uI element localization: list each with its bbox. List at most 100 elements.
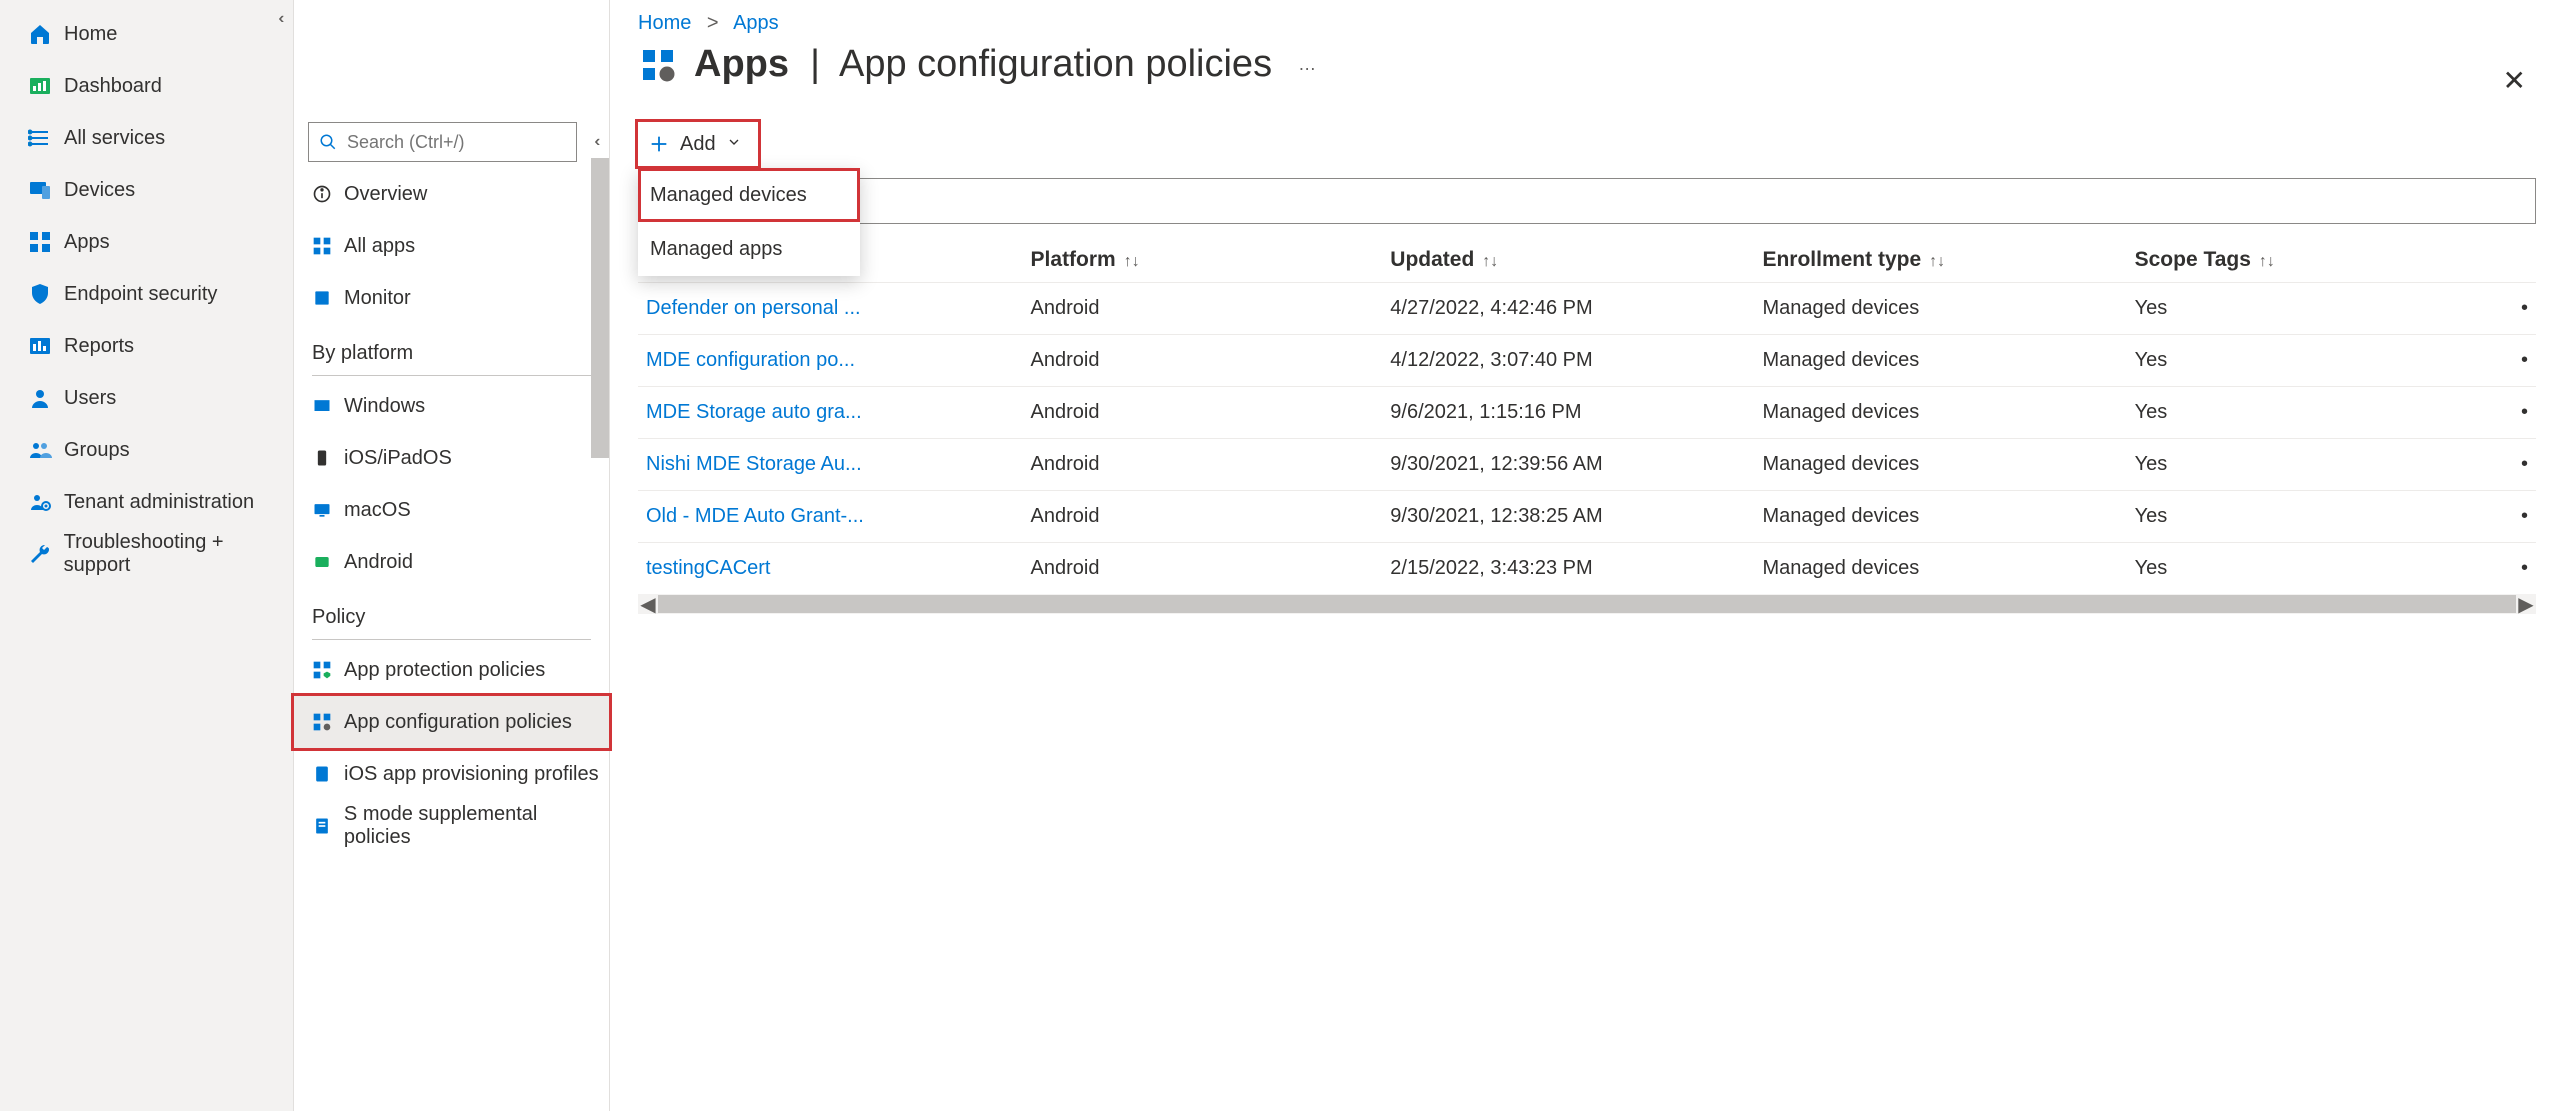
row-more-button[interactable]: • bbox=[2486, 439, 2536, 491]
sidebar-item-groups[interactable]: Groups bbox=[0, 424, 293, 476]
row-more-button[interactable]: • bbox=[2486, 283, 2536, 335]
sidebar-item-endpoint-security[interactable]: Endpoint security bbox=[0, 268, 293, 320]
sidebar-item-all-services[interactable]: All services bbox=[0, 112, 293, 164]
sidebar-item-label: Endpoint security bbox=[64, 283, 217, 306]
shield-icon bbox=[28, 282, 58, 306]
cell-platform: Android bbox=[1023, 543, 1383, 595]
cell-updated: 2/15/2022, 3:43:23 PM bbox=[1382, 543, 1754, 595]
cell-updated: 4/12/2022, 3:07:40 PM bbox=[1382, 335, 1754, 387]
breadcrumb-home[interactable]: Home bbox=[638, 12, 691, 34]
sidebar-item-home[interactable]: Home bbox=[0, 8, 293, 60]
policy-link[interactable]: Nishi MDE Storage Au... bbox=[646, 453, 862, 475]
apps-grid-icon bbox=[312, 236, 344, 256]
home-icon bbox=[28, 22, 58, 46]
page-title: Apps | App configuration policies bbox=[694, 43, 1272, 86]
sort-icon: ↑↓ bbox=[1482, 253, 1498, 270]
table-row[interactable]: testingCACert Android2/15/2022, 3:43:23 P… bbox=[638, 543, 2536, 595]
row-more-button[interactable]: • bbox=[2486, 335, 2536, 387]
row-more-button[interactable]: • bbox=[2486, 387, 2536, 439]
policy-link[interactable]: Old - MDE Auto Grant-... bbox=[646, 505, 864, 527]
row-more-button[interactable]: • bbox=[2486, 543, 2536, 595]
subnav-section-by-platform: By platform bbox=[294, 324, 609, 373]
scroll-right-icon[interactable]: ▶ bbox=[2516, 592, 2536, 617]
policy-link[interactable]: testingCACert bbox=[646, 557, 771, 579]
sidebar-item-troubleshooting[interactable]: Troubleshooting + support bbox=[0, 528, 293, 580]
sidebar-item-label: Reports bbox=[64, 335, 134, 358]
col-header-scope[interactable]: Scope Tags↑↓ bbox=[2127, 238, 2487, 283]
cell-enrollment: Managed devices bbox=[1754, 283, 2126, 335]
col-header-enrollment[interactable]: Enrollment type↑↓ bbox=[1754, 238, 2126, 283]
subnav-item-monitor[interactable]: Monitor bbox=[294, 272, 609, 324]
subnav-item-overview[interactable]: Overview bbox=[294, 168, 609, 220]
horizontal-scrollbar[interactable]: ◀ ▶ bbox=[638, 594, 2536, 614]
chevron-right-icon: > bbox=[707, 12, 719, 34]
policy-link[interactable]: MDE Storage auto gra... bbox=[646, 401, 862, 423]
ios-icon bbox=[312, 448, 344, 468]
subnav-item-s-mode[interactable]: S mode supplemental policies bbox=[294, 800, 609, 852]
table-row[interactable]: Defender on personal ...Android4/27/2022… bbox=[638, 283, 2536, 335]
subnav-item-all-apps[interactable]: All apps bbox=[294, 220, 609, 272]
add-button-label: Add bbox=[680, 133, 716, 156]
chevron-down-icon bbox=[726, 133, 742, 156]
subnav-search-input[interactable] bbox=[347, 132, 566, 153]
cell-platform: Android bbox=[1023, 491, 1383, 543]
policy-link[interactable]: Defender on personal ... bbox=[646, 297, 861, 319]
app-config-icon bbox=[312, 712, 344, 732]
devices-icon bbox=[28, 178, 58, 202]
cell-updated: 9/30/2021, 12:39:56 AM bbox=[1382, 439, 1754, 491]
sidebar-item-label: Apps bbox=[64, 231, 110, 254]
sidebar-item-dashboard[interactable]: Dashboard bbox=[0, 60, 293, 112]
more-menu-button[interactable]: … bbox=[1298, 54, 1316, 75]
breadcrumb-apps[interactable]: Apps bbox=[733, 12, 779, 34]
subnav-item-macos[interactable]: macOS bbox=[294, 484, 609, 536]
subnav-item-label: S mode supplemental policies bbox=[344, 803, 609, 849]
subnav-item-ios-provisioning[interactable]: iOS app provisioning profiles bbox=[294, 748, 609, 800]
sidebar-item-tenant-admin[interactable]: Tenant administration bbox=[0, 476, 293, 528]
info-icon bbox=[312, 184, 344, 204]
cell-enrollment: Managed devices bbox=[1754, 491, 2126, 543]
apps-icon bbox=[28, 230, 58, 254]
cell-scope: Yes bbox=[2127, 387, 2487, 439]
filter-input[interactable] bbox=[638, 178, 2536, 224]
reports-icon bbox=[28, 334, 58, 358]
scrollbar-track[interactable] bbox=[658, 595, 2516, 613]
sort-icon: ↑↓ bbox=[1124, 253, 1140, 270]
table-row[interactable]: Old - MDE Auto Grant-...Android9/30/2021… bbox=[638, 491, 2536, 543]
scroll-left-icon[interactable]: ◀ bbox=[638, 592, 658, 617]
add-dropdown: Managed devices Managed apps bbox=[638, 168, 860, 276]
subnav-item-ios[interactable]: iOS/iPadOS bbox=[294, 432, 609, 484]
subnav-search[interactable] bbox=[308, 122, 577, 162]
add-button[interactable]: Add bbox=[638, 122, 758, 166]
sidebar-item-label: Dashboard bbox=[64, 75, 162, 98]
android-icon bbox=[312, 552, 344, 572]
divider bbox=[312, 375, 591, 376]
divider bbox=[312, 639, 591, 640]
row-more-button[interactable]: • bbox=[2486, 491, 2536, 543]
subnav-item-label: Windows bbox=[344, 395, 425, 418]
cell-platform: Android bbox=[1023, 439, 1383, 491]
cell-scope: Yes bbox=[2127, 491, 2487, 543]
sidebar-item-label: Devices bbox=[64, 179, 135, 202]
sidebar-item-reports[interactable]: Reports bbox=[0, 320, 293, 372]
col-header-platform[interactable]: Platform↑↓ bbox=[1023, 238, 1383, 283]
sidebar-item-devices[interactable]: Devices bbox=[0, 164, 293, 216]
subnav-item-label: Monitor bbox=[344, 287, 411, 310]
table-row[interactable]: MDE configuration po...Android4/12/2022,… bbox=[638, 335, 2536, 387]
col-header-updated[interactable]: Updated↑↓ bbox=[1382, 238, 1754, 283]
subnav-item-app-configuration[interactable]: App configuration policies bbox=[294, 696, 609, 748]
sidebar-item-apps[interactable]: Apps bbox=[0, 216, 293, 268]
macos-icon bbox=[312, 500, 344, 520]
subnav-item-android[interactable]: Android bbox=[294, 536, 609, 588]
dropdown-managed-apps[interactable]: Managed apps bbox=[638, 222, 860, 276]
windows-icon bbox=[312, 396, 344, 416]
wrench-icon bbox=[28, 542, 58, 566]
subnav-item-label: Android bbox=[344, 551, 413, 574]
table-row[interactable]: Nishi MDE Storage Au... Android9/30/2021,… bbox=[638, 439, 2536, 491]
policy-link[interactable]: MDE configuration po... bbox=[646, 349, 855, 371]
table-row[interactable]: MDE Storage auto gra...Android9/6/2021, … bbox=[638, 387, 2536, 439]
dropdown-managed-devices[interactable]: Managed devices bbox=[638, 168, 860, 222]
cell-platform: Android bbox=[1023, 387, 1383, 439]
subnav-item-app-protection[interactable]: App protection policies bbox=[294, 644, 609, 696]
subnav-item-windows[interactable]: Windows bbox=[294, 380, 609, 432]
sidebar-item-users[interactable]: Users bbox=[0, 372, 293, 424]
